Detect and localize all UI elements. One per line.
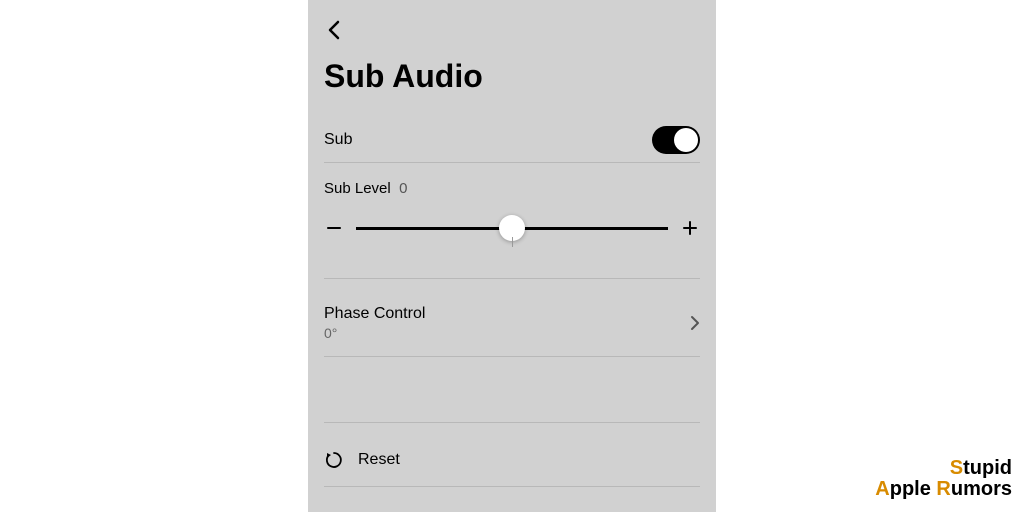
phase-control-text: Phase Control 0°	[324, 305, 425, 341]
decrease-button[interactable]	[324, 218, 344, 238]
sub-level-slider[interactable]	[356, 227, 668, 230]
reset-row[interactable]: Reset	[324, 440, 700, 480]
sub-toggle-label: Sub	[324, 131, 352, 149]
watermark-line2: Apple Rumors	[875, 479, 1012, 500]
page-title: Sub Audio	[324, 58, 483, 95]
divider	[324, 422, 700, 423]
minus-icon	[326, 220, 342, 236]
sub-toggle[interactable]	[652, 126, 700, 154]
increase-button[interactable]	[680, 218, 700, 238]
divider	[324, 278, 700, 279]
reset-label: Reset	[358, 451, 400, 469]
phase-control-row[interactable]: Phase Control 0°	[324, 298, 700, 348]
sub-level-label-row: Sub Level 0	[324, 180, 700, 198]
reset-icon	[324, 450, 344, 470]
sub-toggle-row: Sub	[324, 120, 700, 160]
sub-level-section: Sub Level 0	[324, 180, 700, 238]
divider	[324, 356, 700, 357]
chevron-right-icon	[690, 315, 700, 331]
watermark: Stupid Apple Rumors	[875, 458, 1012, 500]
settings-panel: Sub Audio Sub Sub Level 0	[308, 0, 716, 512]
chevron-left-icon	[327, 20, 341, 40]
plus-icon	[682, 220, 698, 236]
phase-control-label: Phase Control	[324, 305, 425, 323]
slider-center-tick	[512, 237, 513, 247]
sub-level-label: Sub Level	[324, 180, 391, 197]
phase-control-value: 0°	[324, 325, 425, 341]
back-button[interactable]	[322, 18, 346, 42]
watermark-line1: Stupid	[875, 458, 1012, 479]
toggle-knob	[674, 128, 698, 152]
sub-level-value: 0	[399, 180, 407, 197]
sub-level-slider-row	[324, 218, 700, 238]
divider	[324, 486, 700, 487]
divider	[324, 162, 700, 163]
